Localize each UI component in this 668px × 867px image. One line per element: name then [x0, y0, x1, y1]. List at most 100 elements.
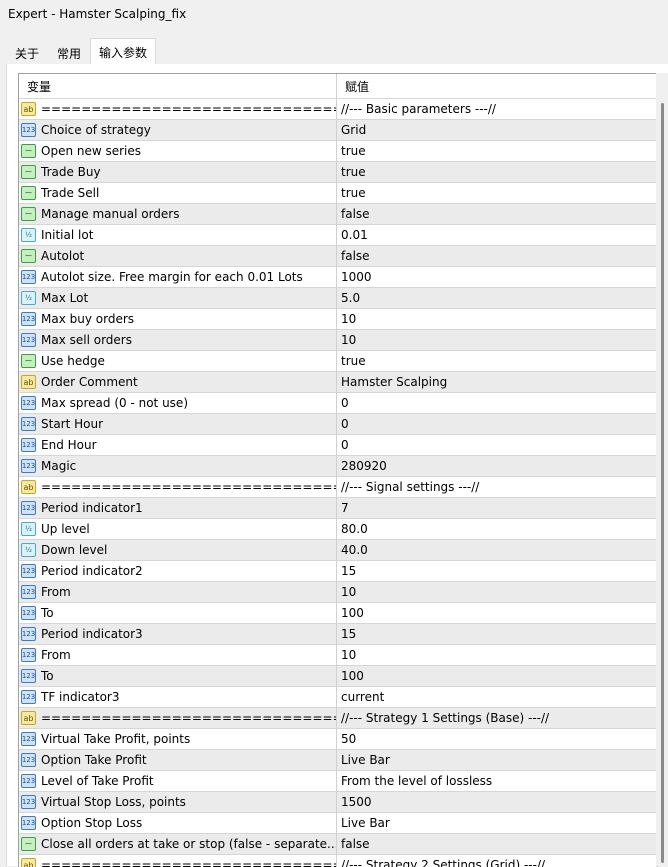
value-cell[interactable]: 1500 — [337, 792, 657, 812]
value-cell[interactable]: Grid — [337, 120, 657, 140]
variable-name: Period indicator1 — [41, 501, 143, 515]
table-row[interactable]: ab ==============================...//---… — [19, 99, 657, 120]
table-row[interactable]: 123 End Hour 0 — [19, 435, 657, 456]
table-row[interactable]: ½ Up level 80.0 — [19, 519, 657, 540]
variable-cell: 123 To — [19, 603, 337, 623]
table-row[interactable]: 123 Start Hour 0 — [19, 414, 657, 435]
value-cell[interactable]: true — [337, 141, 657, 161]
variable-name: ==============================... — [41, 480, 337, 494]
variable-name: To — [41, 669, 54, 683]
value-cell[interactable]: Live Bar — [337, 750, 657, 770]
boolean-type-icon: ⁓ — [21, 249, 36, 263]
window-title: Expert - Hamster Scalping_fix — [8, 7, 187, 21]
value-cell[interactable]: true — [337, 183, 657, 203]
value-cell[interactable]: false — [337, 246, 657, 266]
value-cell[interactable]: 0 — [337, 414, 657, 434]
value-cell[interactable]: 10 — [337, 330, 657, 350]
table-row[interactable]: 123 From 10 — [19, 645, 657, 666]
variable-name: ==============================... — [41, 711, 337, 725]
table-row[interactable]: ⁓ Close all orders at take or stop (false… — [19, 834, 657, 855]
table-row[interactable]: 123 To 100 — [19, 666, 657, 687]
table-row[interactable]: ⁓ Trade Sell true — [19, 183, 657, 204]
variable-cell: ⁓ Open new series — [19, 141, 337, 161]
value-cell[interactable]: 0.01 — [337, 225, 657, 245]
value-cell[interactable]: From the level of lossless — [337, 771, 657, 791]
table-row[interactable]: 123 From 10 — [19, 582, 657, 603]
table-row[interactable]: 123 Max buy orders 10 — [19, 309, 657, 330]
table-row[interactable]: 123 Magic 280920 — [19, 456, 657, 477]
table-row[interactable]: 123 TF indicator3 current — [19, 687, 657, 708]
table-row[interactable]: ½ Down level 40.0 — [19, 540, 657, 561]
table-row[interactable]: ⁓ Manage manual orders false — [19, 204, 657, 225]
vertical-scrollbar[interactable] — [656, 73, 668, 866]
integer-type-icon: 123 — [21, 501, 36, 515]
variable-name: From — [41, 585, 71, 599]
table-row[interactable]: 123 Period indicator2 15 — [19, 561, 657, 582]
table-row[interactable]: ab Order Comment Hamster Scalping — [19, 372, 657, 393]
tab-common[interactable]: 常用 — [48, 40, 90, 66]
integer-type-icon: 123 — [21, 795, 36, 809]
value-cell[interactable]: 40.0 — [337, 540, 657, 560]
value-cell[interactable]: 80.0 — [337, 519, 657, 539]
table-row[interactable]: 123 Virtual Take Profit, points 50 — [19, 729, 657, 750]
value-cell[interactable]: 15 — [337, 624, 657, 644]
column-header-value[interactable]: 赋值 — [337, 74, 657, 98]
value-cell[interactable]: current — [337, 687, 657, 707]
variable-cell: ab ==============================... — [19, 99, 337, 119]
table-row[interactable]: ⁓ Open new series true — [19, 141, 657, 162]
value-cell[interactable]: Live Bar — [337, 813, 657, 833]
table-row[interactable]: 123 To 100 — [19, 603, 657, 624]
table-row[interactable]: 123 Period indicator3 15 — [19, 624, 657, 645]
value-cell[interactable]: 280920 — [337, 456, 657, 476]
value-cell[interactable]: 10 — [337, 309, 657, 329]
table-row[interactable]: 123 Autolot size. Free margin for each 0.… — [19, 267, 657, 288]
table-row[interactable]: ab ==============================...//---… — [19, 855, 657, 867]
value-cell[interactable]: 50 — [337, 729, 657, 749]
value-cell[interactable]: 7 — [337, 498, 657, 518]
integer-type-icon: 123 — [21, 459, 36, 473]
value-cell[interactable]: 100 — [337, 666, 657, 686]
table-row[interactable]: ⁓ Trade Buy true — [19, 162, 657, 183]
variable-name: Max sell orders — [41, 333, 132, 347]
table-row[interactable]: ⁓ Use hedge true — [19, 351, 657, 372]
value-cell[interactable]: Hamster Scalping — [337, 372, 657, 392]
table-row[interactable]: 123 Max sell orders 10 — [19, 330, 657, 351]
value-cell[interactable]: 1000 — [337, 267, 657, 287]
tab-about[interactable]: 关于 — [6, 40, 48, 66]
table-row[interactable]: ab ==============================...//---… — [19, 708, 657, 729]
table-row[interactable]: 123 Level of Take Profit From the level of… — [19, 771, 657, 792]
value-cell[interactable]: 10 — [337, 582, 657, 602]
variable-cell: ab Order Comment — [19, 372, 337, 392]
value-cell[interactable]: 0 — [337, 435, 657, 455]
integer-type-icon: 123 — [21, 585, 36, 599]
table-row[interactable]: ab ==============================...//---… — [19, 477, 657, 498]
variable-name: Autolot size. Free margin for each 0.01 … — [41, 270, 303, 284]
table-row[interactable]: 123 Virtual Stop Loss, points 1500 — [19, 792, 657, 813]
value-cell[interactable]: 15 — [337, 561, 657, 581]
table-row[interactable]: 123 Period indicator1 7 — [19, 498, 657, 519]
value-cell[interactable]: false — [337, 834, 657, 854]
value-cell[interactable]: 100 — [337, 603, 657, 623]
value-cell[interactable]: //--- Basic parameters ---// — [337, 99, 657, 119]
value-cell[interactable]: //--- Signal settings ---// — [337, 477, 657, 497]
table-row[interactable]: 123 Option Take Profit Live Bar — [19, 750, 657, 771]
value-cell[interactable]: true — [337, 162, 657, 182]
variable-name: Max spread (0 - not use) — [41, 396, 188, 410]
table-row[interactable]: 123 Choice of strategy Grid — [19, 120, 657, 141]
table-row[interactable]: ½ Max Lot 5.0 — [19, 288, 657, 309]
table-row[interactable]: 123 Max spread (0 - not use) 0 — [19, 393, 657, 414]
value-cell[interactable]: 5.0 — [337, 288, 657, 308]
value-cell[interactable]: true — [337, 351, 657, 371]
string-type-icon: ab — [21, 102, 36, 116]
value-cell[interactable]: 0 — [337, 393, 657, 413]
column-header-variable[interactable]: 变量 — [19, 74, 337, 98]
table-row[interactable]: ½ Initial lot 0.01 — [19, 225, 657, 246]
value-cell[interactable]: false — [337, 204, 657, 224]
table-row[interactable]: 123 Option Stop Loss Live Bar — [19, 813, 657, 834]
value-cell[interactable]: //--- Strategy 2 Settings (Grid) ---// — [337, 855, 657, 867]
value-cell[interactable]: 10 — [337, 645, 657, 665]
variable-cell: ½ Initial lot — [19, 225, 337, 245]
value-cell[interactable]: //--- Strategy 1 Settings (Base) ---// — [337, 708, 657, 728]
table-row[interactable]: ⁓ Autolot false — [19, 246, 657, 267]
scrollbar-thumb[interactable] — [661, 103, 664, 863]
